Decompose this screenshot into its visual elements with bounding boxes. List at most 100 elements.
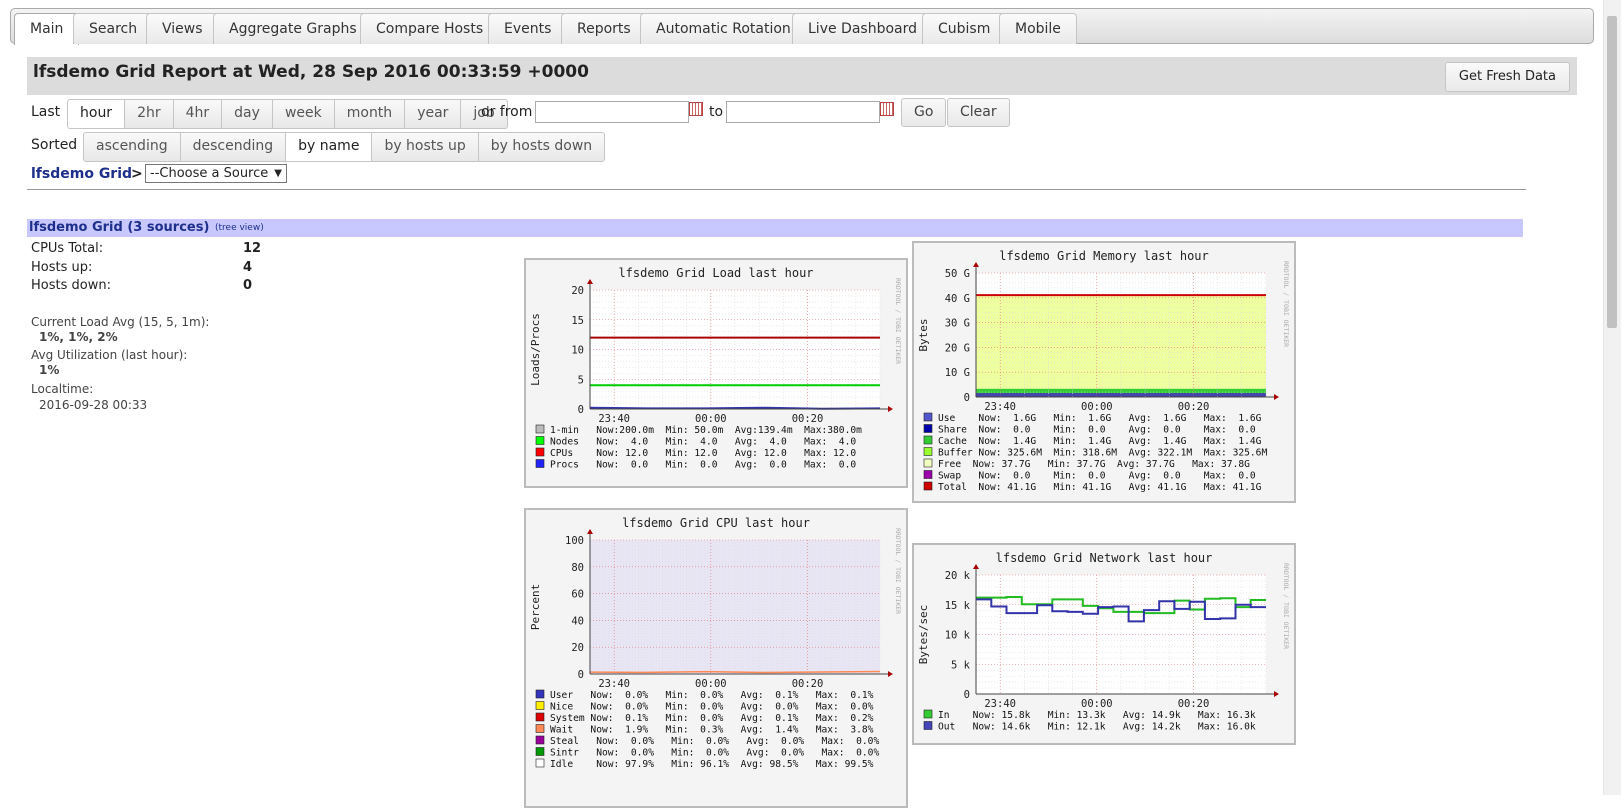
chart-title: lfsdemo Grid CPU last hour (622, 516, 810, 530)
x-axis-arrow (1274, 394, 1279, 400)
y-tick-label: 0 (964, 689, 970, 701)
legend-entry: 1-min Now:200.0m Min: 50.0m Avg:139.4m M… (550, 425, 862, 436)
legend-entry: In Now: 15.8k Min: 13.3k Avg: 14.9k Max:… (938, 710, 1256, 721)
tab-automatic-rotation[interactable]: Automatic Rotation (640, 13, 807, 44)
legend-swatch (535, 735, 545, 745)
y-axis-label: Loads/Procs (529, 313, 542, 386)
scrollbar[interactable] (1603, 0, 1621, 795)
y-axis-label: Percent (529, 584, 542, 630)
legend-swatch (535, 747, 545, 756)
range-week-button[interactable]: week (271, 99, 335, 129)
y-tick-label: 10 G (945, 367, 970, 379)
tab-aggregate-graphs[interactable]: Aggregate Graphs (213, 13, 373, 44)
range-day-button[interactable]: day (221, 99, 273, 129)
range-label: Last (31, 104, 61, 120)
go-button[interactable]: Go (901, 98, 947, 127)
calendar-icon[interactable] (689, 102, 703, 116)
legend-swatch (535, 424, 545, 434)
y-tick-label: 20 G (945, 342, 970, 354)
get-fresh-data-button[interactable]: Get Fresh Data (1444, 62, 1570, 92)
hosts-up-label: Hosts up: (31, 260, 93, 275)
y-tick-label: 0 (964, 392, 970, 404)
chart-title: lfsdemo Grid Network last hour (996, 551, 1213, 565)
network-graph[interactable]: lfsdemo Grid Network last hour RRDTOOL / … (912, 543, 1296, 745)
rrdtool-watermark: RRDTOOL / TOBI OETIKER (894, 278, 902, 364)
y-tick-label: 100 (565, 535, 584, 547)
legend-swatch (923, 721, 933, 730)
tab-views[interactable]: Views (146, 13, 219, 44)
page-title: lfsdemo Grid Report at Wed, 28 Sep 2016 … (33, 62, 589, 82)
range-2hr-button[interactable]: 2hr (124, 99, 174, 129)
legend-swatch (535, 689, 545, 699)
to-date-input[interactable] (726, 101, 880, 123)
from-date-input[interactable] (535, 101, 689, 123)
y-tick-label: 0 (578, 404, 584, 416)
tab-main[interactable]: Main (14, 13, 80, 45)
sort-by-hosts-down-button[interactable]: by hosts down (477, 132, 606, 162)
calendar-icon[interactable] (880, 102, 894, 116)
tab-live-dashboard[interactable]: Live Dashboard (792, 13, 933, 44)
cpus-total-value: 12 (243, 241, 262, 256)
legend-entry: Share Now: 0.0 Min: 0.0 Avg: 0.0 Max: 0.… (938, 425, 1256, 436)
y-axis-label: Bytes/sec (917, 605, 930, 665)
x-tick-label: 23:40 (984, 401, 1016, 413)
legend-entry: Buffer Now: 325.6M Min: 318.6M Avg: 322.… (938, 448, 1267, 459)
legend-entry: Swap Now: 0.0 Min: 0.0 Avg: 0.0 Max: 0.0 (938, 471, 1256, 482)
load-graph[interactable]: lfsdemo Grid Load last hour RRDTOOL / TOB… (524, 258, 908, 488)
y-tick-label: 5 k (951, 659, 971, 671)
localtime-value: 2016-09-28 00:33 (39, 398, 148, 412)
load-avg-label: Current Load Avg (15, 5, 1m): (31, 315, 210, 329)
range-month-button[interactable]: month (333, 99, 406, 129)
x-axis-arrow (1274, 691, 1279, 697)
legend-swatch (923, 435, 933, 445)
y-tick-label: 40 (571, 615, 584, 627)
grid-title[interactable]: lfsdemo Grid (3 sources) (29, 220, 209, 235)
scroll-thumb[interactable] (1607, 16, 1617, 328)
x-tick-label: 23:40 (984, 698, 1016, 710)
legend-entry: System Now: 0.1% Min: 0.0% Avg: 0.1% Max… (550, 713, 874, 724)
memory-graph[interactable]: lfsdemo Grid Memory last hour RRDTOOL / T… (912, 241, 1296, 503)
legend-swatch (535, 701, 545, 710)
x-tick-label: 00:00 (1081, 698, 1113, 710)
x-axis-arrow (888, 671, 893, 677)
y-axis-arrow (587, 279, 593, 284)
legend-swatch (535, 436, 545, 445)
rrdtool-watermark: RRDTOOL / TOBI OETIKER (894, 528, 902, 614)
legend-entry: Total Now: 41.1G Min: 41.1G Avg: 41.1G M… (938, 482, 1262, 493)
cpu-graph[interactable]: lfsdemo Grid CPU last hour RRDTOOL / TOBI… (524, 508, 908, 808)
tab-search[interactable]: Search (73, 13, 154, 44)
tab-cubism[interactable]: Cubism (922, 13, 1007, 44)
clear-button[interactable]: Clear (947, 98, 1010, 127)
breadcrumb-grid-link[interactable]: lfsdemo Grid (31, 166, 132, 182)
tree-view-link[interactable]: (tree view) (215, 223, 264, 233)
legend-swatch (923, 447, 933, 456)
legend-entry: CPUs Now: 12.0 Min: 12.0 Avg: 12.0 Max: … (550, 448, 856, 459)
range-4hr-button[interactable]: 4hr (172, 99, 223, 129)
source-select[interactable]: --Choose a Source ▼ (145, 164, 287, 183)
legend-entry: Wait Now: 1.9% Min: 0.3% Avg: 1.4% Max: … (550, 725, 874, 736)
y-axis-label: Bytes (917, 318, 930, 351)
legend-swatch (923, 424, 933, 433)
x-tick-label: 00:00 (1081, 401, 1113, 413)
y-tick-label: 10 k (945, 630, 971, 642)
legend-swatch (535, 459, 545, 468)
hosts-down-label: Hosts down: (31, 278, 111, 293)
tab-events[interactable]: Events (488, 13, 568, 44)
sort-by-name-button[interactable]: by name (285, 132, 373, 162)
legend-entry: Steal Now: 0.0% Min: 0.0% Avg: 0.0% Max:… (550, 736, 879, 747)
range-year-button[interactable]: year (404, 99, 462, 129)
sort-ascending-button[interactable]: ascending (83, 132, 181, 162)
legend-entry: Use Now: 1.6G Min: 1.6G Avg: 1.6G Max: 1… (938, 413, 1262, 424)
tab-compare-hosts[interactable]: Compare Hosts (360, 13, 500, 44)
y-tick-label: 30 G (945, 318, 970, 330)
legend-swatch (535, 712, 545, 722)
tab-reports[interactable]: Reports (561, 13, 647, 44)
chart-title: lfsdemo Grid Load last hour (618, 266, 813, 280)
chart-title: lfsdemo Grid Memory last hour (999, 249, 1209, 263)
legend-entry: Nodes Now: 4.0 Min: 4.0 Avg: 4.0 Max: 4.… (550, 437, 856, 448)
sort-descending-button[interactable]: descending (179, 132, 287, 162)
tab-mobile[interactable]: Mobile (999, 13, 1077, 44)
sort-by-hosts-up-button[interactable]: by hosts up (371, 132, 479, 162)
to-label: to (709, 104, 724, 120)
range-hour-button[interactable]: hour (67, 99, 126, 129)
